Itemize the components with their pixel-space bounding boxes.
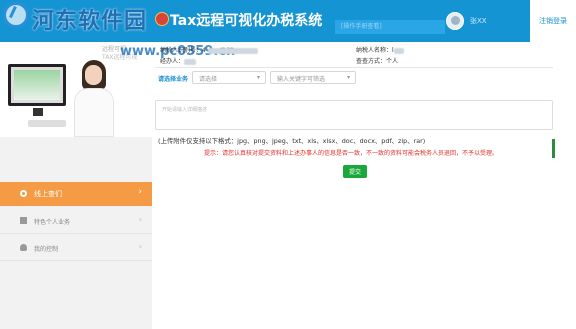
business-search-placeholder: 输入关键字可筛选 (277, 76, 326, 83)
sidebar: 远程可视 TAX远程可视 线上查们 › 特色个人业务 › 我的控制 › (0, 42, 152, 329)
business-search-input[interactable]: 输入关键字可筛选 ▾ (270, 71, 356, 84)
business-label: 请选择业务 (158, 76, 189, 83)
avatar[interactable] (446, 12, 464, 30)
user-name: 张XX (470, 17, 487, 25)
person-illustration (70, 60, 116, 137)
chevron-right-icon: › (138, 187, 142, 197)
clock-icon (20, 190, 27, 197)
query-method-label: 查查方式： (356, 58, 387, 65)
emblem-icon (155, 12, 169, 26)
chevron-down-icon: ▾ (256, 74, 260, 81)
manual-link-label: [操作手册查看] (341, 23, 382, 30)
manual-link[interactable]: [操作手册查看] (335, 20, 445, 34)
app-window: Tax远程可视化办税系统 [操作手册查看] 张XX 注销登录 远程可视 TAX远… (0, 0, 576, 329)
warning-text: 提示：请您认真核对提交资料和上述办事人的信息是否一致，不一致的资料可能会税务人员… (204, 150, 499, 157)
description-placeholder: 开始请输入详细描述 (162, 107, 208, 113)
taxpayer-name: 纳税人名称：l (356, 45, 404, 54)
query-method: 查查方式：个人 (356, 56, 398, 65)
sidebar-item-label: 我的控制 (34, 246, 59, 253)
sidebar-item-my-control[interactable]: 我的控制 › (0, 235, 152, 261)
submit-button[interactable]: 提交 (343, 165, 367, 178)
chevron-right-icon: › (138, 215, 142, 224)
taxpayer-name-label: 纳税人名称： (356, 47, 393, 54)
sidebar-item-personal[interactable]: 特色个人业务 › (0, 208, 152, 234)
logout-button[interactable]: 注销登录 (530, 0, 576, 42)
keyboard-illustration (28, 120, 66, 127)
monitor-stand (33, 108, 43, 116)
watermark-logo-icon (3, 2, 29, 28)
chevron-down-icon: ▾ (346, 74, 350, 81)
business-select[interactable]: 请选择 ▾ (192, 71, 266, 84)
query-method-value: 个人 (386, 58, 399, 65)
description-textarea[interactable]: 开始请输入详细描述 (155, 100, 553, 130)
divider (155, 67, 553, 68)
business-select-value: 请选择 (199, 76, 218, 83)
taxpayer-id-value: 4 (202, 47, 206, 54)
watermark-title: 河东软件园 (32, 9, 148, 34)
side-tab[interactable] (552, 139, 555, 158)
sidebar-item-label: 特色个人业务 (34, 219, 71, 226)
monitor-illustration (8, 64, 66, 106)
taxpayer-id-label: 纳税人识别号： (160, 47, 203, 54)
grid-icon (20, 217, 27, 224)
user-icon (20, 244, 27, 251)
taxpayer-id: 纳税人识别号：4 (160, 45, 258, 54)
sidebar-item-online[interactable]: 线上查们 › (0, 182, 152, 206)
handler-label: 经办人： (160, 58, 185, 65)
chevron-right-icon: › (138, 242, 142, 251)
app-title: Tax远程可视化办税系统 (170, 13, 323, 29)
sidebar-item-label: 线上查们 (34, 190, 62, 198)
handler: 经办人： (160, 56, 197, 65)
upload-format-note: (上传附件仅支持以下格式：jpg、png、jpeg、txt、xls、xlsx、d… (158, 137, 426, 145)
